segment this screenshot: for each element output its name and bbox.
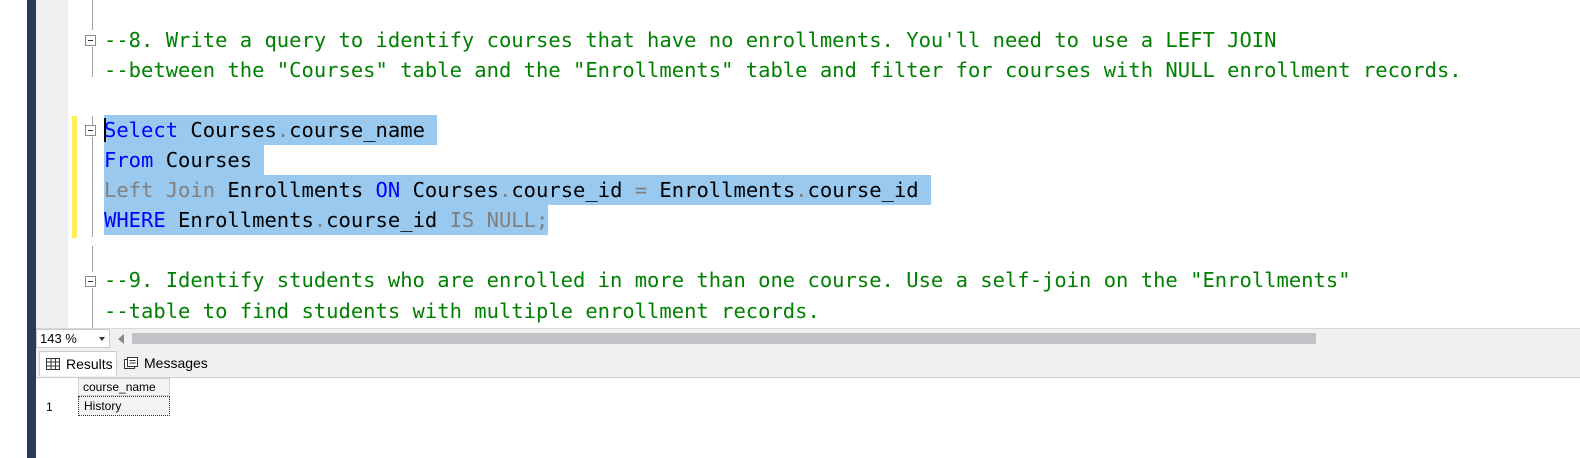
zoom-dropdown[interactable]: 143 % — [36, 329, 110, 348]
outline-line — [92, 288, 93, 328]
code-token: IS NULL; — [449, 208, 549, 232]
code-token: course_id — [511, 178, 635, 202]
column-header-course-name[interactable]: course_name — [78, 378, 170, 396]
code-token: . — [313, 208, 327, 232]
code-line-comment-9a[interactable]: --9. Identify students who are enrolled … — [104, 265, 1351, 295]
code-line-comment-9b[interactable]: --table to find students with multiple e… — [104, 296, 820, 326]
code-token: Enrollments — [165, 208, 314, 232]
results-grid[interactable]: course_name 1 History — [36, 378, 1580, 458]
code-token: = — [634, 178, 648, 202]
code-token: Enrollments — [647, 178, 796, 202]
code-token: course_id — [807, 178, 931, 202]
code-token: --9. Identify students who are enrolled … — [104, 268, 1351, 292]
editor-statusbar: 143 % — [36, 328, 1580, 349]
window-frame — [27, 0, 36, 458]
tab-results[interactable]: Results — [39, 351, 117, 376]
code-token: WHERE — [104, 208, 166, 232]
code-token: Enrollments — [215, 178, 376, 202]
code-token: Courses — [153, 148, 265, 172]
query-editor[interactable]: --8. Write a query to identify courses t… — [36, 0, 1580, 328]
code-token: . — [795, 178, 808, 202]
code-line-where[interactable]: WHERE Enrollments.course_id IS NULL; — [104, 205, 549, 235]
collapse-icon[interactable] — [85, 276, 96, 287]
outline-line — [92, 0, 93, 30]
code-token: Courses — [400, 178, 499, 202]
code-line-left-join[interactable]: Left Join Enrollments ON Courses.course_… — [104, 175, 931, 205]
window-edge — [0, 0, 27, 458]
grid-corner[interactable] — [36, 378, 78, 396]
outline-line — [92, 137, 93, 237]
collapse-icon[interactable] — [85, 125, 96, 136]
code-line-comment-8a[interactable]: --8. Write a query to identify courses t… — [104, 25, 1277, 55]
tab-messages-label: Messages — [144, 355, 208, 371]
code-token: --table to find students with multiple e… — [104, 299, 820, 323]
code-token: Left Join — [104, 178, 216, 202]
code-line-comment-8b[interactable]: --between the "Courses" table and the "E… — [104, 55, 1462, 85]
code-token: . — [498, 178, 512, 202]
code-line-from[interactable]: From Courses — [104, 145, 265, 175]
tab-messages[interactable]: Messages — [118, 351, 213, 376]
editor-margin — [36, 0, 68, 328]
row-number[interactable]: 1 — [46, 400, 53, 414]
tab-results-label: Results — [66, 356, 113, 372]
code-line-select[interactable]: Select Courses.course_name — [104, 115, 438, 145]
grid-icon — [46, 358, 60, 370]
table-cell[interactable]: History — [78, 396, 170, 416]
code-token: Select — [104, 118, 179, 142]
code-token: --between the "Courses" table and the "E… — [104, 58, 1462, 82]
code-token: From — [104, 148, 154, 172]
code-token: ON — [375, 178, 401, 202]
scroll-left-icon[interactable] — [118, 334, 124, 344]
zoom-value: 143 % — [40, 331, 77, 346]
collapse-icon[interactable] — [85, 35, 96, 46]
code-token: course_name — [289, 118, 438, 142]
outline-line — [92, 47, 93, 77]
outline-line — [92, 246, 93, 272]
change-indicator — [72, 116, 77, 238]
code-token: course_id — [326, 208, 450, 232]
results-tabs: Results Messages — [36, 349, 1580, 378]
horizontal-scrollbar[interactable] — [132, 333, 1316, 344]
code-token: --8. Write a query to identify courses t… — [104, 28, 1277, 52]
code-token: . — [276, 118, 290, 142]
code-token: Courses — [178, 118, 277, 142]
chevron-down-icon — [99, 337, 105, 341]
messages-icon — [124, 357, 138, 369]
text-caret — [104, 118, 106, 142]
